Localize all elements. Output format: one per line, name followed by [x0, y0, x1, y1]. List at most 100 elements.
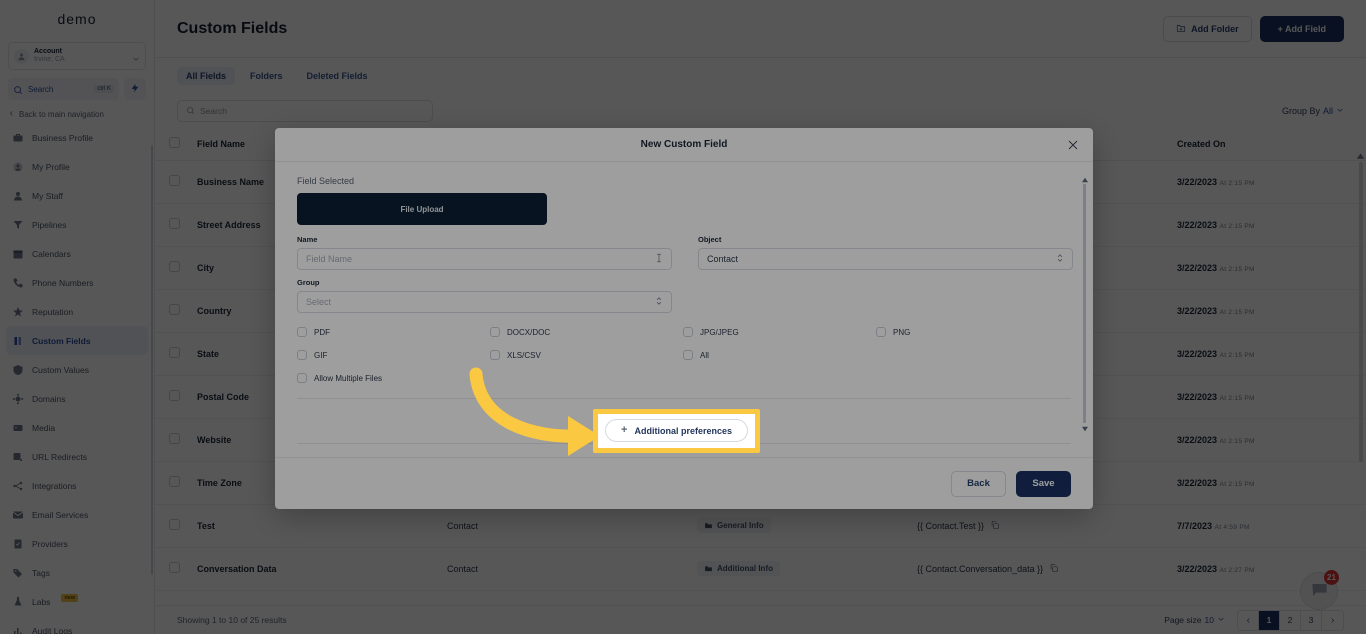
pagination-next[interactable]: [1322, 610, 1343, 630]
select-all-checkbox[interactable]: [169, 137, 180, 149]
table-search-placeholder: Search: [200, 106, 227, 116]
page-header: Custom Fields Add Folder + Add Field: [155, 0, 1366, 58]
table-row[interactable]: Conversation Data Contact Additional Info {…: [155, 547, 1366, 591]
file-upload-type-button[interactable]: File Upload: [297, 193, 547, 225]
folder-icon: [705, 523, 712, 529]
row-checkbox[interactable]: [169, 175, 180, 186]
sidebar-item-custom-fields[interactable]: Custom Fields: [6, 326, 148, 355]
row-checkbox[interactable]: [169, 347, 180, 358]
account-selector[interactable]: Account Irvine, CA: [8, 42, 146, 70]
checkbox-box: [490, 350, 500, 360]
chevron-up-down-icon: [1056, 253, 1064, 265]
copy-icon[interactable]: [990, 520, 1000, 532]
row-checkbox[interactable]: [169, 218, 180, 229]
scroll-up-arrow[interactable]: [1356, 150, 1365, 159]
back-button[interactable]: Back: [951, 470, 1006, 497]
scrollbar-track[interactable]: [1083, 184, 1086, 423]
pagination-page-1[interactable]: 1: [1259, 610, 1280, 630]
quick-actions-button[interactable]: [124, 78, 146, 100]
table-row[interactable]: Test Contact General Info {{ Contact.Test }…: [155, 504, 1366, 548]
row-checkbox[interactable]: [169, 261, 180, 272]
chat-widget-button[interactable]: 21: [1300, 570, 1339, 610]
close-icon[interactable]: [1065, 137, 1081, 153]
object-value: Contact: [707, 254, 739, 264]
file-type-checkbox-docx-doc[interactable]: DOCX/DOC: [490, 327, 683, 337]
group-select[interactable]: Select: [297, 291, 672, 313]
sidebar-item-labs[interactable]: Labs new: [6, 587, 148, 616]
column-header-created-on[interactable]: Created On: [1169, 128, 1366, 161]
search-input[interactable]: Search ctrl K: [8, 78, 119, 100]
shield-icon: [12, 364, 24, 376]
scroll-down-arrow[interactable]: [1081, 421, 1089, 435]
sidebar-item-url-redirects[interactable]: URL Redirects: [6, 442, 148, 471]
additional-preferences-button[interactable]: + Additional preferences: [612, 409, 756, 433]
file-type-checkbox-pdf[interactable]: PDF: [297, 327, 490, 337]
cell-created-date: 3/22/2023: [1177, 477, 1218, 488]
table-scrollbar[interactable]: [1359, 162, 1363, 462]
row-checkbox[interactable]: [169, 562, 180, 573]
pagination-page-3[interactable]: 3: [1301, 610, 1322, 630]
pagination: 123: [1237, 609, 1344, 631]
pagination-prev[interactable]: [1238, 610, 1259, 630]
sidebar-item-tags[interactable]: Tags: [6, 558, 148, 587]
checkbox-box: [876, 327, 886, 337]
row-checkbox[interactable]: [169, 519, 180, 530]
sidebar-item-calendars[interactable]: Calendars: [6, 239, 148, 268]
modal-footer: Back Save: [275, 457, 1093, 509]
save-button[interactable]: Save: [1016, 470, 1071, 497]
row-checkbox[interactable]: [169, 390, 180, 401]
file-type-checkbox-jpg-jpeg[interactable]: JPG/JPEG: [683, 327, 876, 337]
add-field-button[interactable]: + Add Field: [1259, 15, 1344, 42]
row-checkbox[interactable]: [169, 476, 180, 487]
cell-group: General Info: [717, 521, 764, 530]
calendar-icon: [12, 248, 24, 260]
add-folder-button[interactable]: Add Folder: [1163, 15, 1252, 42]
sidebar-item-phone-numbers[interactable]: Phone Numbers: [6, 268, 148, 297]
allow-multiple-files-label: Allow Multiple Files: [314, 373, 383, 383]
folder-icon: [705, 566, 712, 572]
modal-scrollbar[interactable]: [1081, 172, 1088, 435]
pagination-page-2[interactable]: 2: [1280, 610, 1301, 630]
row-checkbox[interactable]: [169, 304, 180, 315]
cell-field-name: Business Name: [197, 176, 265, 187]
sidebar-item-my-staff[interactable]: My Staff: [6, 181, 148, 210]
copy-icon[interactable]: [1049, 563, 1059, 575]
sidebar-item-email-services[interactable]: Email Services: [6, 500, 148, 529]
file-type-checkbox-gif[interactable]: GIF: [297, 350, 490, 360]
file-type-checkbox-all[interactable]: All: [683, 350, 876, 360]
table-search-input[interactable]: Search: [177, 100, 433, 122]
row-checkbox[interactable]: [169, 433, 180, 444]
sidebar-item-audit-logs[interactable]: Audit Logs: [6, 616, 148, 634]
object-select[interactable]: Contact: [698, 248, 1073, 270]
group-by-dropdown[interactable]: Group By All: [1282, 106, 1344, 116]
flask-icon: [12, 596, 24, 608]
row-checkbox-cell: [155, 246, 189, 290]
page-size-selector[interactable]: Page size 10: [1164, 615, 1225, 625]
cell-created-date: 3/22/2023: [1177, 305, 1218, 316]
file-type-checkbox-xls-csv[interactable]: XLS/CSV: [490, 350, 683, 360]
allow-multiple-files-checkbox[interactable]: Allow Multiple Files: [297, 373, 1071, 383]
sidebar-item-reputation[interactable]: Reputation: [6, 297, 148, 326]
sidebar-item-label: Reputation: [32, 306, 74, 317]
tab-all-fields[interactable]: All Fields: [177, 67, 236, 85]
sidebar-item-providers[interactable]: Providers: [6, 529, 148, 558]
sidebar-item-integrations[interactable]: Integrations: [6, 471, 148, 500]
cell-field-name: Conversation Data: [197, 563, 277, 574]
sidebar-item-business-profile[interactable]: Business Profile: [6, 123, 148, 152]
sidebar-scrollbar[interactable]: [151, 145, 153, 575]
file-type-checkbox-png[interactable]: PNG: [876, 327, 1069, 337]
sidebar-item-domains[interactable]: Domains: [6, 384, 148, 413]
sidebar-item-my-profile[interactable]: My Profile: [6, 152, 148, 181]
sidebar-item-media[interactable]: Media: [6, 413, 148, 442]
name-input[interactable]: Field Name: [297, 248, 672, 270]
sidebar-item-pipelines[interactable]: Pipelines: [6, 210, 148, 239]
group-label: Group: [297, 278, 320, 287]
sidebar-item-custom-values[interactable]: Custom Values: [6, 355, 148, 384]
header-actions: Add Folder + Add Field: [1163, 15, 1344, 42]
tab-deleted-fields[interactable]: Deleted Fields: [298, 67, 377, 85]
tab-folders[interactable]: Folders: [241, 67, 292, 85]
chevron-down-icon: [132, 52, 140, 61]
back-to-main-navigation[interactable]: Back to main navigation: [8, 110, 146, 119]
tag-icon: [12, 567, 24, 579]
bar-chart-icon: [12, 625, 24, 634]
